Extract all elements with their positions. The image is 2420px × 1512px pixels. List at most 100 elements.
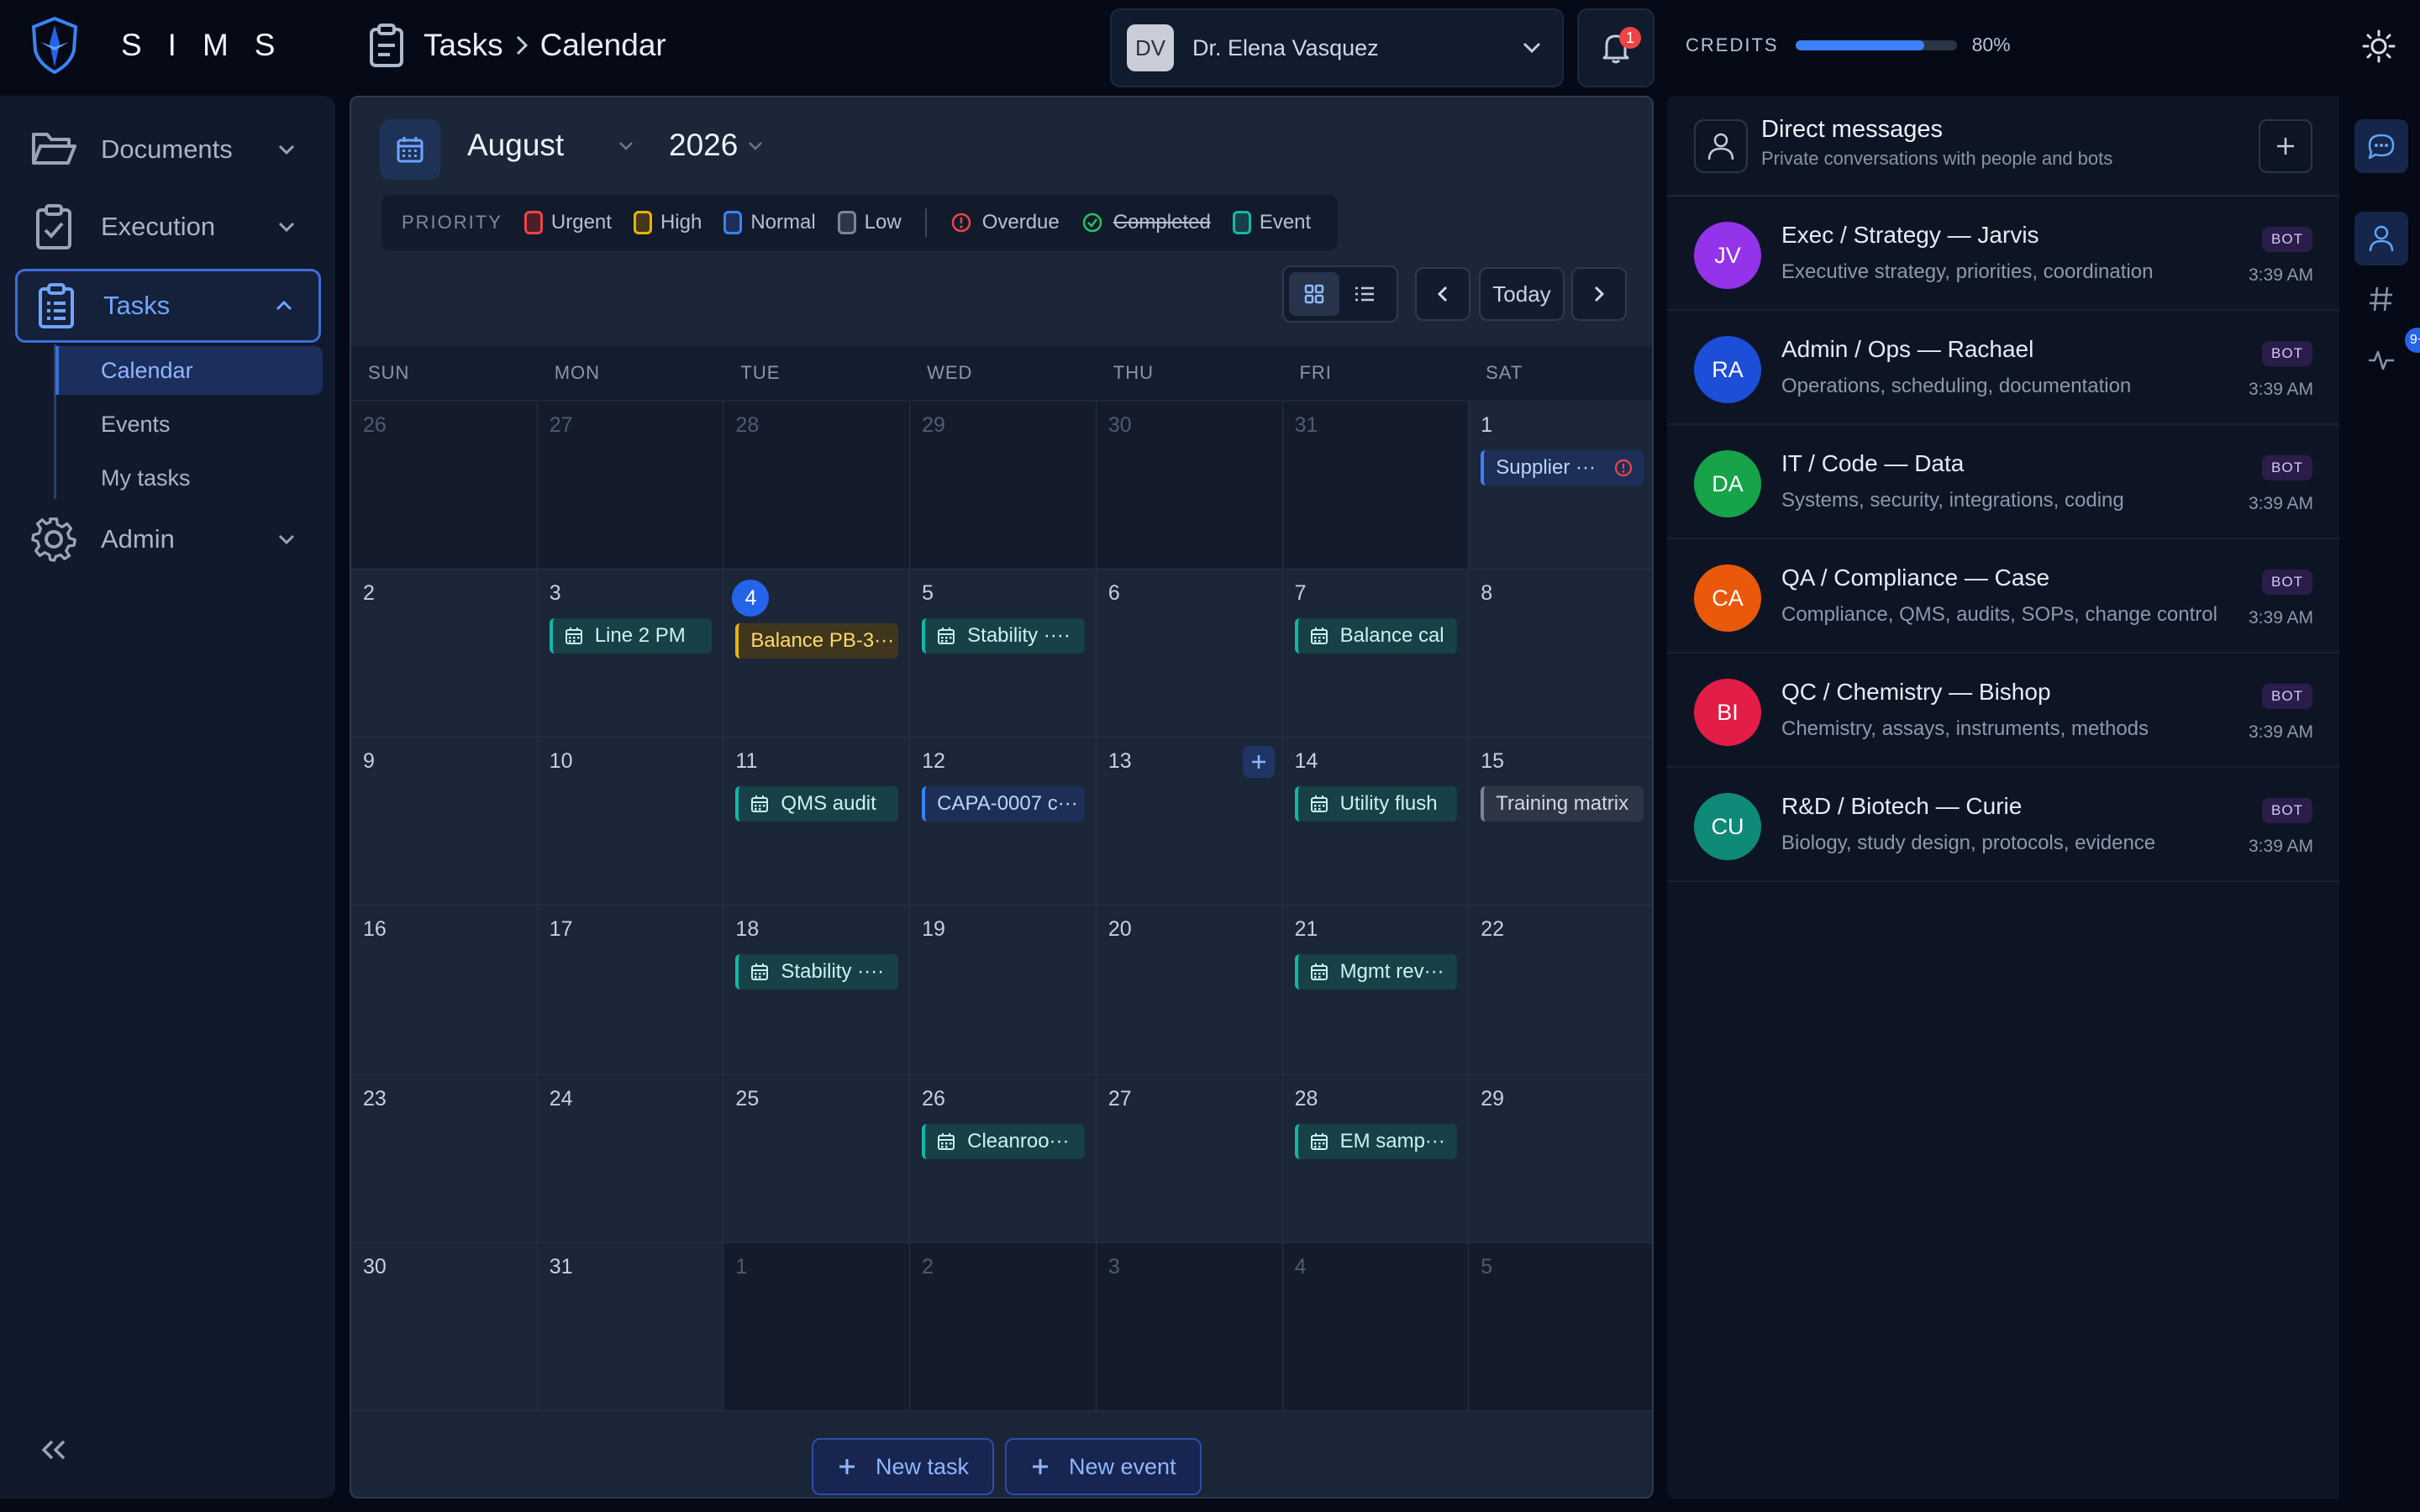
- new-conversation-button[interactable]: [2259, 119, 2312, 173]
- theme-toggle-button[interactable]: [2361, 29, 2396, 64]
- calendar-day-cell[interactable]: 1: [723, 1243, 911, 1411]
- calendar-event[interactable]: Mgmt rev···: [1294, 954, 1458, 990]
- calendar-event[interactable]: Cleanroo···: [922, 1124, 1085, 1159]
- day-number: 2: [363, 581, 375, 605]
- calendar-picker-button[interactable]: [380, 119, 440, 180]
- conversation-item[interactable]: CA QA / Compliance — Case Compliance, QMS,…: [1667, 539, 2339, 654]
- calendar-event[interactable]: Line 2 PM: [549, 618, 713, 654]
- calendar-day-cell[interactable]: 24: [537, 1075, 724, 1243]
- calendar-day-cell[interactable]: 19: [910, 906, 1097, 1075]
- conversation-item[interactable]: JV Exec / Strategy — Jarvis Executive stra…: [1667, 197, 2339, 311]
- calendar-day-cell[interactable]: 22: [1469, 906, 1652, 1075]
- calendar-day-cell[interactable]: 18 Stability ····: [723, 906, 911, 1075]
- day-number: 29: [1481, 1087, 1505, 1110]
- sidebar-subitem-calendar[interactable]: Calendar: [55, 346, 323, 395]
- calendar-day-cell[interactable]: 8: [1469, 570, 1652, 738]
- calendar-day-cell[interactable]: 26 Cleanroo···: [910, 1075, 1097, 1243]
- calendar-day-cell[interactable]: 4 Balance PB-3···: [723, 570, 911, 738]
- conversation-name: IT / Code — Data: [1781, 450, 1965, 476]
- event-label: Mgmt rev···: [1339, 960, 1444, 983]
- calendar-event[interactable]: Balance cal: [1294, 618, 1458, 654]
- calendar-day-cell[interactable]: 5: [1469, 1243, 1652, 1411]
- grid-view-button[interactable]: [1289, 272, 1339, 316]
- calendar-event[interactable]: EM samp···: [1294, 1124, 1458, 1159]
- sidebar-item-tasks[interactable]: Tasks: [15, 269, 321, 343]
- calendar-day-cell[interactable]: 31: [537, 1243, 724, 1411]
- calendar-day-cell[interactable]: 31: [1282, 402, 1470, 570]
- calendar-task[interactable]: Balance PB-3···: [735, 623, 899, 659]
- rail-chat-button[interactable]: [2354, 119, 2408, 173]
- breadcrumb-tasks-link[interactable]: Tasks: [424, 28, 503, 63]
- calendar-task[interactable]: CAPA-0007 c···: [922, 786, 1085, 822]
- list-view-button[interactable]: [1339, 272, 1390, 316]
- calendar-day-cell[interactable]: 27: [537, 402, 724, 570]
- calendar-task[interactable]: Training matrix: [1481, 786, 1644, 822]
- calendar-day-cell[interactable]: 9: [351, 738, 538, 906]
- new-task-button[interactable]: New task: [812, 1438, 995, 1495]
- calendar-day-cell[interactable]: 16: [351, 906, 538, 1075]
- sidebar-subitem-my-tasks[interactable]: My tasks: [55, 454, 323, 502]
- rail-direct-messages-button[interactable]: [2354, 212, 2408, 265]
- previous-month-button[interactable]: [1415, 267, 1470, 321]
- calendar-day-cell[interactable]: 15 Training matrix: [1469, 738, 1652, 906]
- calendar-day-cell[interactable]: 26: [351, 402, 538, 570]
- calendar-day-cell[interactable]: 27: [1096, 1075, 1283, 1243]
- user-selector[interactable]: DV Dr. Elena Vasquez: [1110, 8, 1564, 87]
- calendar-day-cell[interactable]: 25: [723, 1075, 911, 1243]
- calendar-event[interactable]: QMS audit: [735, 786, 899, 822]
- calendar-day-cell[interactable]: 3 Line 2 PM: [537, 570, 724, 738]
- conversation-item[interactable]: CU R&D / Biotech — Curie Biology, study de…: [1667, 768, 2339, 882]
- calendar-day-cell[interactable]: 28 EM samp···: [1282, 1075, 1470, 1243]
- calendar-day-cell[interactable]: 2: [910, 1243, 1097, 1411]
- calendar-day-cell[interactable]: 2: [351, 570, 538, 738]
- calendar-day-cell[interactable]: 20: [1096, 906, 1283, 1075]
- calendar-event[interactable]: Utility flush: [1294, 786, 1458, 822]
- conversation-item[interactable]: DA IT / Code — Data Systems, security, int…: [1667, 425, 2339, 539]
- calendar-event[interactable]: Stability ····: [735, 954, 899, 990]
- year-select[interactable]: 2026: [669, 128, 738, 163]
- rail-channels-button[interactable]: [2354, 272, 2408, 326]
- calendar-day-cell[interactable]: 29: [910, 402, 1097, 570]
- new-event-button[interactable]: New event: [1005, 1438, 1202, 1495]
- calendar-day-cell[interactable]: 30: [351, 1243, 538, 1411]
- calendar-day-cell[interactable]: 17: [537, 906, 724, 1075]
- calendar-day-cell[interactable]: 12 CAPA-0007 c···: [910, 738, 1097, 906]
- sidebar-item-documents[interactable]: Documents: [15, 113, 321, 186]
- day-number: 30: [363, 1255, 387, 1278]
- calendar-day-cell[interactable]: 3: [1096, 1243, 1283, 1411]
- calendar-day-cell[interactable]: 30: [1096, 402, 1283, 570]
- day-number: 8: [1481, 581, 1493, 605]
- conversation-item[interactable]: BI QC / Chemistry — Bishop Chemistry, assa…: [1667, 654, 2339, 768]
- calendar-day-cell[interactable]: 29: [1469, 1075, 1652, 1243]
- calendar-day-cell[interactable]: 7 Balance cal: [1282, 570, 1470, 738]
- calendar-event[interactable]: Stability ····: [922, 618, 1085, 654]
- calendar-day-cell[interactable]: 1 Supplier ···: [1469, 402, 1652, 570]
- calendar-day-cell[interactable]: 10: [537, 738, 724, 906]
- day-number: 18: [735, 917, 760, 941]
- day-number: 2: [922, 1255, 934, 1278]
- calendar-day-cell[interactable]: 11 QMS audit: [723, 738, 911, 906]
- calendar-day-cell[interactable]: 14 Utility flush: [1282, 738, 1470, 906]
- calendar-day-cell[interactable]: 21 Mgmt rev···: [1282, 906, 1470, 1075]
- brand[interactable]: SIMS: [30, 17, 301, 74]
- calendar-day-cell[interactable]: 4: [1282, 1243, 1470, 1411]
- month-select[interactable]: August: [467, 128, 564, 163]
- add-item-button[interactable]: [1242, 746, 1275, 778]
- event-label: Line 2 PM: [594, 624, 686, 647]
- notifications-button[interactable]: 1: [1577, 8, 1655, 87]
- collapse-sidebar-button[interactable]: [39, 1438, 69, 1462]
- calendar-day-cell[interactable]: 6: [1096, 570, 1283, 738]
- calendar-day-cell[interactable]: 13: [1096, 738, 1283, 906]
- calendar-day-cell[interactable]: 23: [351, 1075, 538, 1243]
- next-month-button[interactable]: [1571, 267, 1627, 321]
- rail-activity-button[interactable]: 9+: [2354, 328, 2420, 386]
- event-label: Stability ····: [781, 960, 885, 983]
- calendar-day-cell[interactable]: 28: [723, 402, 911, 570]
- calendar-day-cell[interactable]: 5 Stability ····: [910, 570, 1097, 738]
- sidebar-subitem-events[interactable]: Events: [55, 400, 323, 449]
- today-button[interactable]: Today: [1479, 267, 1565, 321]
- sidebar-item-execution[interactable]: Execution: [15, 190, 321, 264]
- calendar-task[interactable]: Supplier ···: [1481, 450, 1644, 486]
- conversation-item[interactable]: RA Admin / Ops — Rachael Operations, sched…: [1667, 311, 2339, 425]
- sidebar-item-admin[interactable]: Admin: [15, 502, 321, 576]
